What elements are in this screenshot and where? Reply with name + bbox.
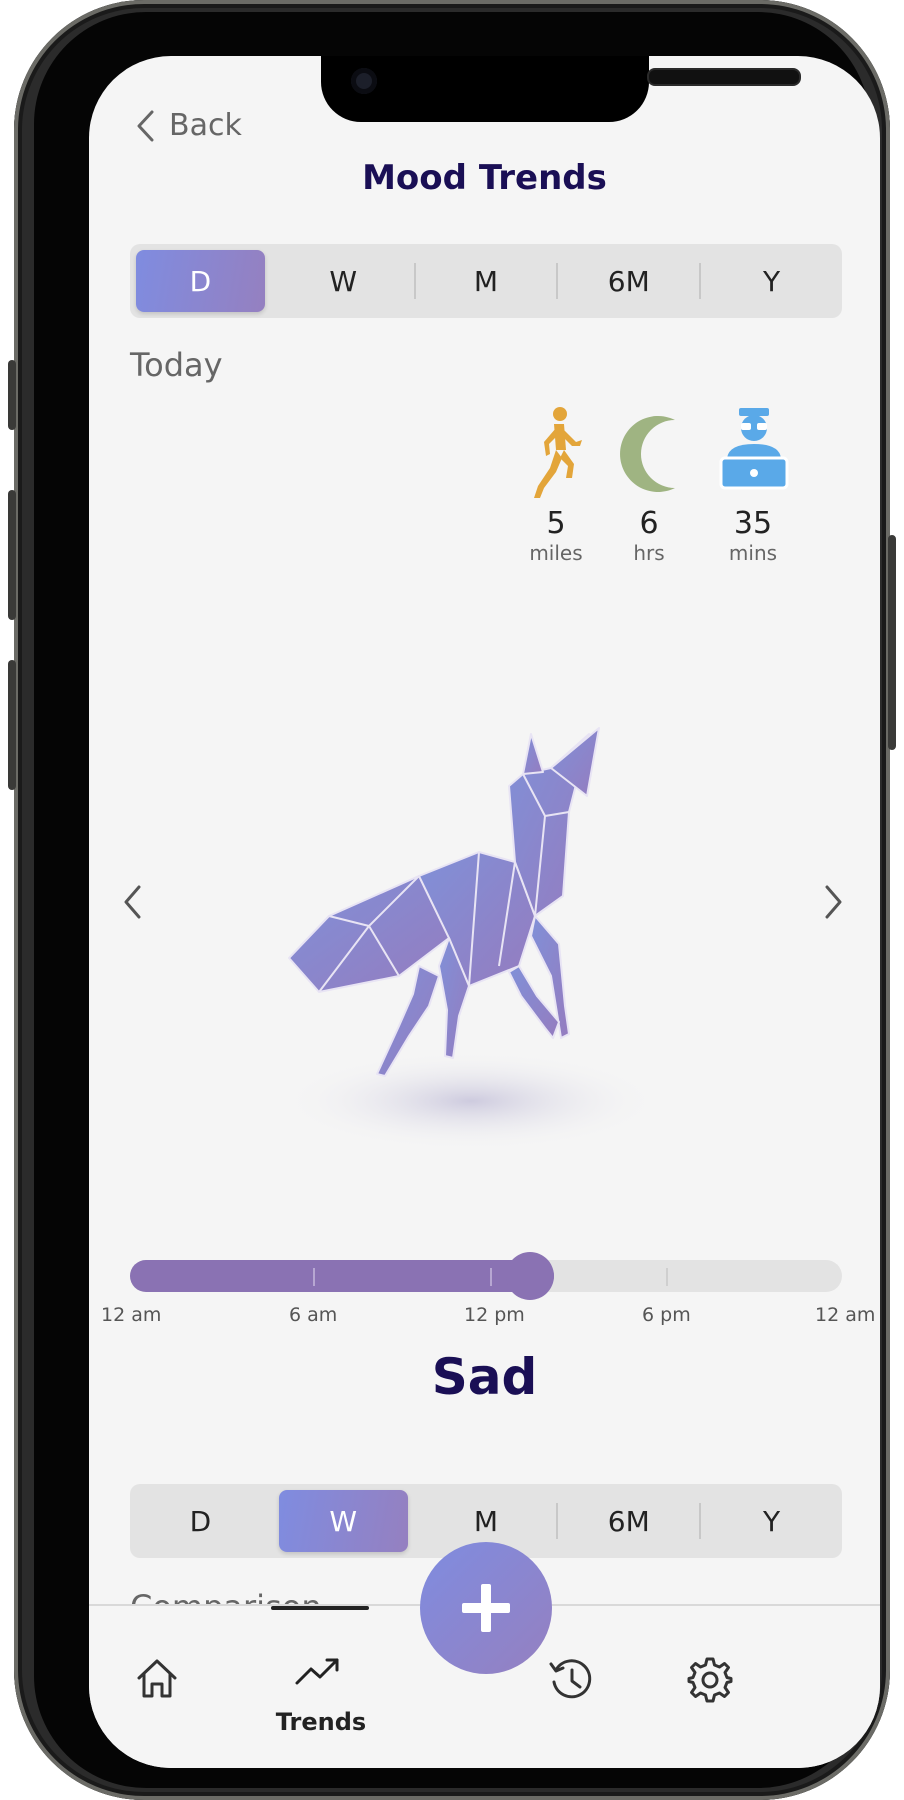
person-laptop-icon	[719, 408, 789, 490]
stat-value: 6	[639, 506, 659, 541]
slider-tick	[666, 1268, 668, 1286]
tab-trends-label[interactable]: Trends	[241, 1708, 401, 1736]
chevron-right-icon[interactable]	[823, 884, 845, 920]
comparison-option-y[interactable]: Y	[707, 1490, 836, 1552]
home-icon[interactable]	[135, 1656, 179, 1700]
time-label: 12 pm	[464, 1304, 525, 1326]
divider	[556, 263, 559, 299]
volume-up-button	[8, 490, 16, 620]
divider	[699, 1503, 702, 1539]
time-label: 6 pm	[642, 1304, 691, 1326]
stat-unit: mins	[728, 541, 778, 565]
stat-sleep: 6 hrs	[599, 406, 699, 565]
mute-switch	[8, 360, 16, 430]
period-option-y[interactable]: Y	[707, 250, 836, 312]
back-label: Back	[169, 108, 242, 143]
period-option-w[interactable]: W	[279, 250, 408, 312]
add-entry-button[interactable]	[420, 1542, 552, 1674]
time-slider-thumb[interactable]	[505, 1252, 554, 1300]
divider	[413, 263, 416, 299]
time-label: 6 am	[289, 1304, 338, 1326]
slider-tick	[490, 1268, 492, 1286]
comparison-option-w[interactable]: W	[278, 1490, 408, 1552]
chevron-left-icon	[137, 110, 154, 141]
divider	[556, 1503, 559, 1539]
phone-frame: Back Mood Trends D W M 6M Y Today 5 mile…	[8, 0, 896, 1800]
chevron-left-icon[interactable]	[121, 884, 143, 920]
volume-down-button	[8, 660, 16, 790]
plus-icon	[462, 1584, 510, 1632]
slider-tick	[313, 1268, 315, 1286]
period-option-d[interactable]: D	[136, 250, 265, 312]
divider	[699, 263, 702, 299]
notch	[321, 56, 801, 122]
trends-icon[interactable]	[294, 1656, 342, 1686]
back-button[interactable]: Back	[135, 108, 242, 143]
page-title: Mood Trends	[362, 158, 607, 198]
comparison-option-d[interactable]: D	[136, 1490, 265, 1552]
power-button	[888, 535, 896, 750]
stat-activity: 5 miles	[506, 406, 606, 565]
earpiece-speaker	[647, 68, 801, 86]
mood-label: Sad	[431, 1348, 538, 1406]
app-screen: Back Mood Trends D W M 6M Y Today 5 mile…	[89, 56, 880, 1768]
stat-value: 5	[546, 506, 566, 541]
front-camera	[351, 68, 377, 94]
origami-fox-illustration	[281, 727, 661, 1151]
period-option-6m[interactable]: 6M	[564, 250, 693, 312]
history-icon[interactable]	[547, 1656, 595, 1704]
stat-screen-time: 35 mins	[703, 406, 803, 565]
running-person-icon	[534, 407, 582, 498]
time-label: 12 am	[815, 1304, 876, 1326]
section-label-today: Today	[130, 346, 223, 384]
period-selector: D W M 6M Y	[130, 244, 842, 318]
stat-unit: hrs	[633, 541, 665, 565]
active-tab-indicator	[271, 1606, 369, 1610]
moon-icon	[620, 416, 675, 492]
phone-bezel: Back Mood Trends D W M 6M Y Today 5 mile…	[34, 12, 880, 1788]
time-label: 12 am	[101, 1304, 162, 1326]
gear-icon[interactable]	[686, 1656, 734, 1704]
comparison-option-6m[interactable]: 6M	[564, 1490, 693, 1552]
stat-unit: miles	[529, 541, 583, 565]
period-option-m[interactable]: M	[422, 250, 551, 312]
stat-value: 35	[733, 506, 773, 541]
time-slider[interactable]	[130, 1252, 842, 1300]
